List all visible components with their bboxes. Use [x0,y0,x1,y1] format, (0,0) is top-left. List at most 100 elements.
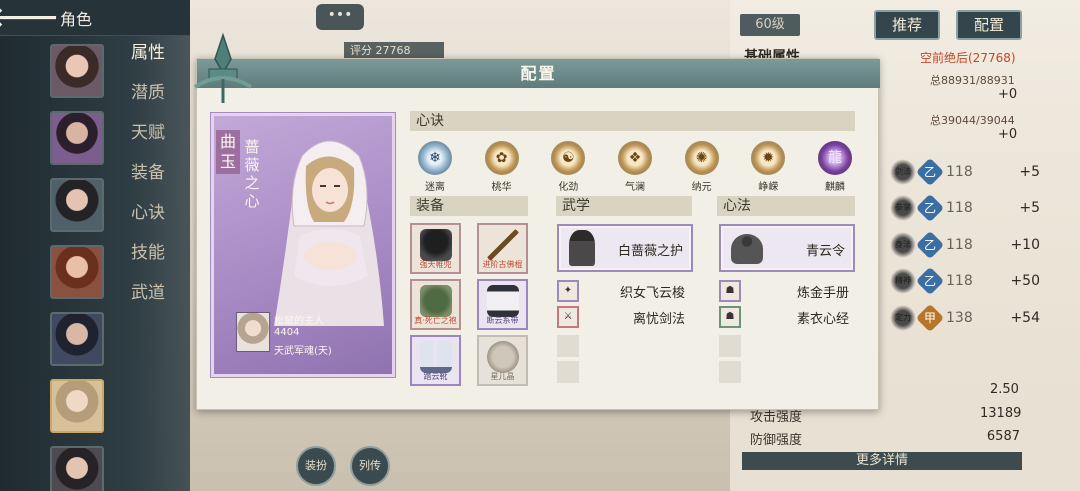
skill-row: 身法 乙 118 +10 [890,230,1040,260]
wuxue-empty-slot[interactable] [557,335,579,357]
empty-slot-icon [719,335,741,357]
robe-icon [420,285,452,317]
nav-item-equipment[interactable]: 装备 [118,160,178,200]
equipment-slot-robe[interactable]: 真·死亡之袍 [410,279,461,330]
side-nav: 属性 潜质 天赋 装备 心诀 技能 武道 [118,40,178,320]
xinjue-qilin-icon: 龍 [817,141,852,175]
xinfa-sub-item[interactable]: ☗ 炼金手册 [719,280,849,302]
level-badge: 60级 [740,14,800,36]
skill-row: 定力 甲 138 +54 [890,303,1040,333]
helmet-icon [420,229,452,261]
section-xinjue-header: 心诀 [410,111,855,131]
skill-value: 138 [946,310,973,326]
martial-figure-icon [569,230,595,266]
xinjue-zhengrong-icon: ✹ [751,141,786,175]
equipment-slot-boots[interactable]: 踏云靴 [410,335,461,386]
costume-button[interactable]: 装扮 [296,446,336,486]
xinjue-item[interactable]: ❖ 气澜 [612,141,658,193]
attack-value: 13189 [980,406,1022,421]
nav-item-potential[interactable]: 潜质 [118,80,178,120]
boots-icon [420,341,452,373]
xinfa-main-slot[interactable]: 青云令 [719,224,855,272]
character-avatar[interactable] [50,44,104,98]
nav-item-wudao[interactable]: 武道 [118,280,178,320]
belt-icon [487,285,519,317]
xinjue-item[interactable]: 龍 麒麟 [812,141,858,193]
equipment-label: 星儿晶 [490,372,515,381]
owner-id: 4404 [274,327,300,338]
skill-row: 精神 乙 118 +50 [890,266,1040,296]
grade-badge: 乙 [915,193,945,223]
xinjue-label: 纳元 [691,182,712,193]
character-avatar[interactable] [50,245,104,299]
nav-item-skills[interactable]: 技能 [118,240,178,280]
xinfa-empty-slot[interactable] [719,361,741,383]
xinjue-item[interactable]: ✹ 峥嵘 [745,141,791,193]
xinjue-label: 气澜 [624,182,645,193]
character-avatar-selected[interactable] [50,379,104,433]
chat-bubble-icon[interactable]: ••• [316,4,364,30]
xinjue-item[interactable]: ✺ 纳元 [679,141,725,193]
xinjue-nayuan-icon: ✺ [684,141,719,175]
back-arrow-icon: 🡐 [0,3,59,33]
stat-hp-plus: +0 [998,87,1018,102]
xinjue-milì-icon: ❄ [418,141,452,175]
xinjue-label: 麒麟 [824,182,845,193]
xinfa-sub-label: 炼金手册 [796,285,849,301]
equipment-slot-accessory[interactable]: 星儿晶 [477,335,528,386]
skill-ink-icon: 身法 [890,232,916,258]
nav-item-attributes[interactable]: 属性 [118,40,178,80]
xinfa-empty-slot[interactable] [719,335,741,357]
skill-bonus: +54 [1010,310,1040,326]
wuxue-sub-label: 织女飞云梭 [619,285,685,301]
skill-ink-icon: 精神 [890,268,916,294]
xinjue-item[interactable]: ✿ 桃华 [479,141,525,193]
xinjue-item[interactable]: ❄ 迷离 [412,141,458,193]
empty-slot-icon [557,335,579,357]
biography-button[interactable]: 列传 [350,446,390,486]
recommend-button[interactable]: 推荐 [874,10,940,40]
skill-value: 118 [946,273,973,289]
wuxue-main-slot[interactable]: 白蔷薇之护 [557,224,693,272]
config-button[interactable]: 配置 [956,10,1022,40]
wuxue-empty-slot[interactable] [557,361,579,383]
character-avatar[interactable] [50,312,104,366]
owner-realm: 天武军魂(天) [274,346,332,357]
skill-bonus: +50 [1010,273,1040,289]
character-name: 曲玉 [216,130,240,174]
character-avatar[interactable] [50,111,104,165]
section-xinfa-header: 心法 [717,196,855,216]
character-card[interactable]: 曲玉 蔷薇之心 松鼠的主人 4404 天武军魂(天) [211,113,395,377]
back-button[interactable]: 🡐 [0,0,59,36]
section-equipment-header: 装备 [410,196,528,216]
wuxue-sub-item[interactable]: ⚔ 离忧剑法 [557,306,685,328]
sword-icon: ⚔ [557,306,579,328]
more-details-button[interactable]: 更多详情 [742,452,1022,470]
equipment-label: 断云系带 [486,316,519,325]
skill-ink-icon: 定力 [890,305,916,331]
xinjue-label: 桃华 [491,182,512,193]
nav-item-talent[interactable]: 天赋 [118,120,178,160]
skill-bonus: +5 [1019,164,1040,180]
equipment-slot-helmet[interactable]: 强天帷兜 [410,223,461,274]
equipment-slot-belt[interactable]: 断云系带 [477,279,528,330]
wuxue-main-label: 白蔷薇之护 [617,244,683,259]
character-avatar[interactable] [50,178,104,232]
stat-mp-plus: +0 [998,127,1018,142]
book-icon: ☗ [719,306,741,328]
character-title: 蔷薇之心 [244,138,260,210]
nav-item-xinjue[interactable]: 心诀 [118,200,178,240]
xinfa-sub-label: 素衣心经 [796,311,849,327]
character-avatar[interactable] [50,446,104,491]
owner-avatar [236,312,270,352]
stat-hp: 总88931/88931 [930,74,1015,87]
equipment-slot-weapon[interactable]: 进阶古佛棍 [477,223,528,274]
xinfa-sub-item[interactable]: ☗ 素衣心经 [719,306,849,328]
wuxue-sub-item[interactable]: ✦ 织女飞云梭 [557,280,685,302]
skill-row: 拳掌 乙 118 +5 [890,193,1040,223]
xinjue-label: 迷离 [425,182,445,193]
skill-row: 剑法 乙 118 +5 [890,157,1040,187]
xinjue-item[interactable]: ☯ 化劲 [545,141,591,193]
coin-icon [487,341,519,373]
skill-value: 118 [946,237,973,253]
